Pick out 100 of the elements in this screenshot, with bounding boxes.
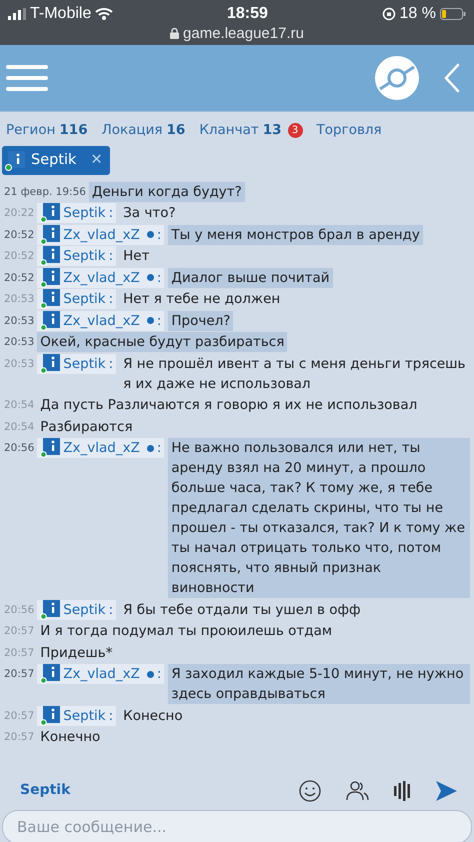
back-icon xyxy=(444,63,460,93)
colon-text: : xyxy=(156,268,162,288)
url-text[interactable]: game.league17.ru xyxy=(183,25,304,42)
message-time: 20:53 xyxy=(4,314,34,329)
sender-tag[interactable]: Septik : xyxy=(37,246,116,266)
sender-name[interactable]: Septik xyxy=(63,354,106,374)
message-time: 20:53 xyxy=(4,335,34,350)
sender-tag[interactable]: Septik : xyxy=(37,289,116,310)
wifi-icon xyxy=(95,7,114,20)
message-text: Я не прошёл ивент а ты с меня деньги трясешь я их даже не использовал xyxy=(122,354,466,394)
message-text: И я тогда подумал ты проюилешь отдам xyxy=(39,622,334,642)
sender-tag[interactable]: Septik : xyxy=(37,706,116,726)
sender-tag[interactable]: Zx_vlad_xZ : xyxy=(37,664,164,684)
message-text: За что? xyxy=(122,204,177,224)
sender-name[interactable]: Zx_vlad_xZ xyxy=(63,268,140,288)
lock-icon xyxy=(170,28,180,39)
user-avatar-icon xyxy=(40,706,60,726)
message-text: Не важно пользовался или нет, ты аренду взял на 20 минут, а прошло больше часа, так? К тому же, я тебе предлагал сделать скрины, что ты не прошел - ты отказался, так? И к тому же ты начал отрицать только что, потом пояснять, что явный признак виновности xyxy=(168,438,470,598)
message-time: 20:54 xyxy=(4,398,34,414)
smile-icon xyxy=(299,780,322,802)
user-avatar-icon xyxy=(40,664,60,684)
sender-name[interactable]: Zx_vlad_xZ xyxy=(63,224,140,245)
sender-tag[interactable]: Zx_vlad_xZ : xyxy=(37,268,164,288)
message-text: Разбираются xyxy=(39,418,134,437)
colon-text: : xyxy=(156,439,162,458)
message-field[interactable]: Ваше сообщение... xyxy=(2,810,472,842)
message-time: 20:56 xyxy=(4,602,34,618)
back-button[interactable] xyxy=(444,63,460,93)
colon-text: : xyxy=(156,226,162,245)
emoji-button[interactable] xyxy=(299,778,322,802)
message-time: 20:57 xyxy=(4,624,34,640)
user-avatar-icon xyxy=(40,224,60,245)
sender-tag[interactable]: Zx_vlad_xZ : xyxy=(37,224,164,245)
user-avatar-icon xyxy=(40,203,60,224)
sender-tag[interactable]: Septik : xyxy=(37,354,116,374)
user-avatar-icon xyxy=(40,354,60,374)
colon-text: : xyxy=(156,312,162,331)
message-text: Конечно xyxy=(39,728,102,748)
sender-tag[interactable]: Septik : xyxy=(37,203,116,224)
message-time: 20:53 xyxy=(4,292,34,308)
message-text: Нет xyxy=(122,247,150,266)
message-time: 20:52 xyxy=(4,270,34,286)
colon-text: : xyxy=(108,204,114,224)
user-avatar-icon xyxy=(40,246,60,266)
sender-name[interactable]: Septik xyxy=(63,600,106,620)
clock-time: 18:59 xyxy=(226,4,268,24)
sender-name[interactable]: Septik xyxy=(63,246,106,266)
menu-button[interactable] xyxy=(6,62,48,94)
close-icon[interactable]: ✕ xyxy=(90,150,103,172)
sender-tag[interactable]: Zx_vlad_xZ : xyxy=(37,310,164,331)
message-text: Придешь* xyxy=(39,644,114,663)
chat-tab[interactable]: Кланчат 13 xyxy=(199,120,282,140)
sender-tag[interactable]: Septik : xyxy=(37,600,116,620)
message-time: 20:54 xyxy=(4,420,34,435)
colon-text: : xyxy=(108,290,114,310)
voice-button[interactable] xyxy=(393,778,411,802)
colon-text: : xyxy=(108,354,114,374)
battery-percent: 18 % xyxy=(400,4,436,24)
status-dot-icon xyxy=(146,274,154,282)
message-text: Я бы тебе отдали ты ушел в офф xyxy=(122,600,362,620)
message-time: 20:53 xyxy=(4,356,34,372)
sender-name[interactable]: Zx_vlad_xZ xyxy=(63,664,140,684)
signal-icon xyxy=(8,8,26,20)
colon-text: : xyxy=(156,665,162,684)
sender-tag[interactable]: Zx_vlad_xZ : xyxy=(37,438,164,458)
chat-tab[interactable]: Торговля xyxy=(316,120,382,140)
users-icon xyxy=(346,780,369,802)
message-time: 20:57 xyxy=(4,708,34,724)
sender-name[interactable]: Septik xyxy=(63,706,106,726)
message-time: 20:57 xyxy=(4,730,34,746)
status-dot-icon xyxy=(146,317,154,324)
battery-icon xyxy=(440,8,466,20)
sender-name[interactable]: Septik xyxy=(63,203,106,224)
status-dot-icon xyxy=(146,231,154,238)
rotation-lock-icon xyxy=(382,6,396,20)
sender-name[interactable]: Septik xyxy=(63,289,106,310)
open-chat-tab[interactable]: Septik ✕ xyxy=(2,146,110,176)
message-text: Диалог выше почитай xyxy=(168,268,333,288)
chat-tab[interactable]: Регион 116 xyxy=(6,120,88,140)
status-dot-icon xyxy=(146,670,154,678)
message-time: 20:52 xyxy=(4,249,34,264)
sender-name[interactable]: Zx_vlad_xZ xyxy=(63,310,140,331)
user-avatar-icon xyxy=(40,600,60,620)
user-avatar-icon xyxy=(40,438,60,458)
status-dot-icon xyxy=(146,444,154,452)
message-text: Деньги когда будут? xyxy=(88,182,245,202)
message-text: Нет я тебе не должен xyxy=(122,290,282,310)
user-avatar-icon xyxy=(40,289,60,310)
ball-icon[interactable] xyxy=(374,55,420,101)
send-button[interactable] xyxy=(435,778,458,802)
user-avatar-icon xyxy=(40,310,60,331)
user-avatar-icon xyxy=(40,268,60,288)
chat-tab[interactable]: Локация 16 xyxy=(102,120,186,140)
voice-bars-icon xyxy=(393,780,411,802)
colon-text: : xyxy=(108,600,114,620)
message-text: Конесно xyxy=(122,706,184,726)
sender-name[interactable]: Zx_vlad_xZ xyxy=(63,438,140,458)
message-text: Прочел? xyxy=(168,310,234,331)
message-time: 21 февр. 19:56 xyxy=(4,184,86,200)
message-text: Ты у меня монстров брал в аренду xyxy=(168,224,423,245)
